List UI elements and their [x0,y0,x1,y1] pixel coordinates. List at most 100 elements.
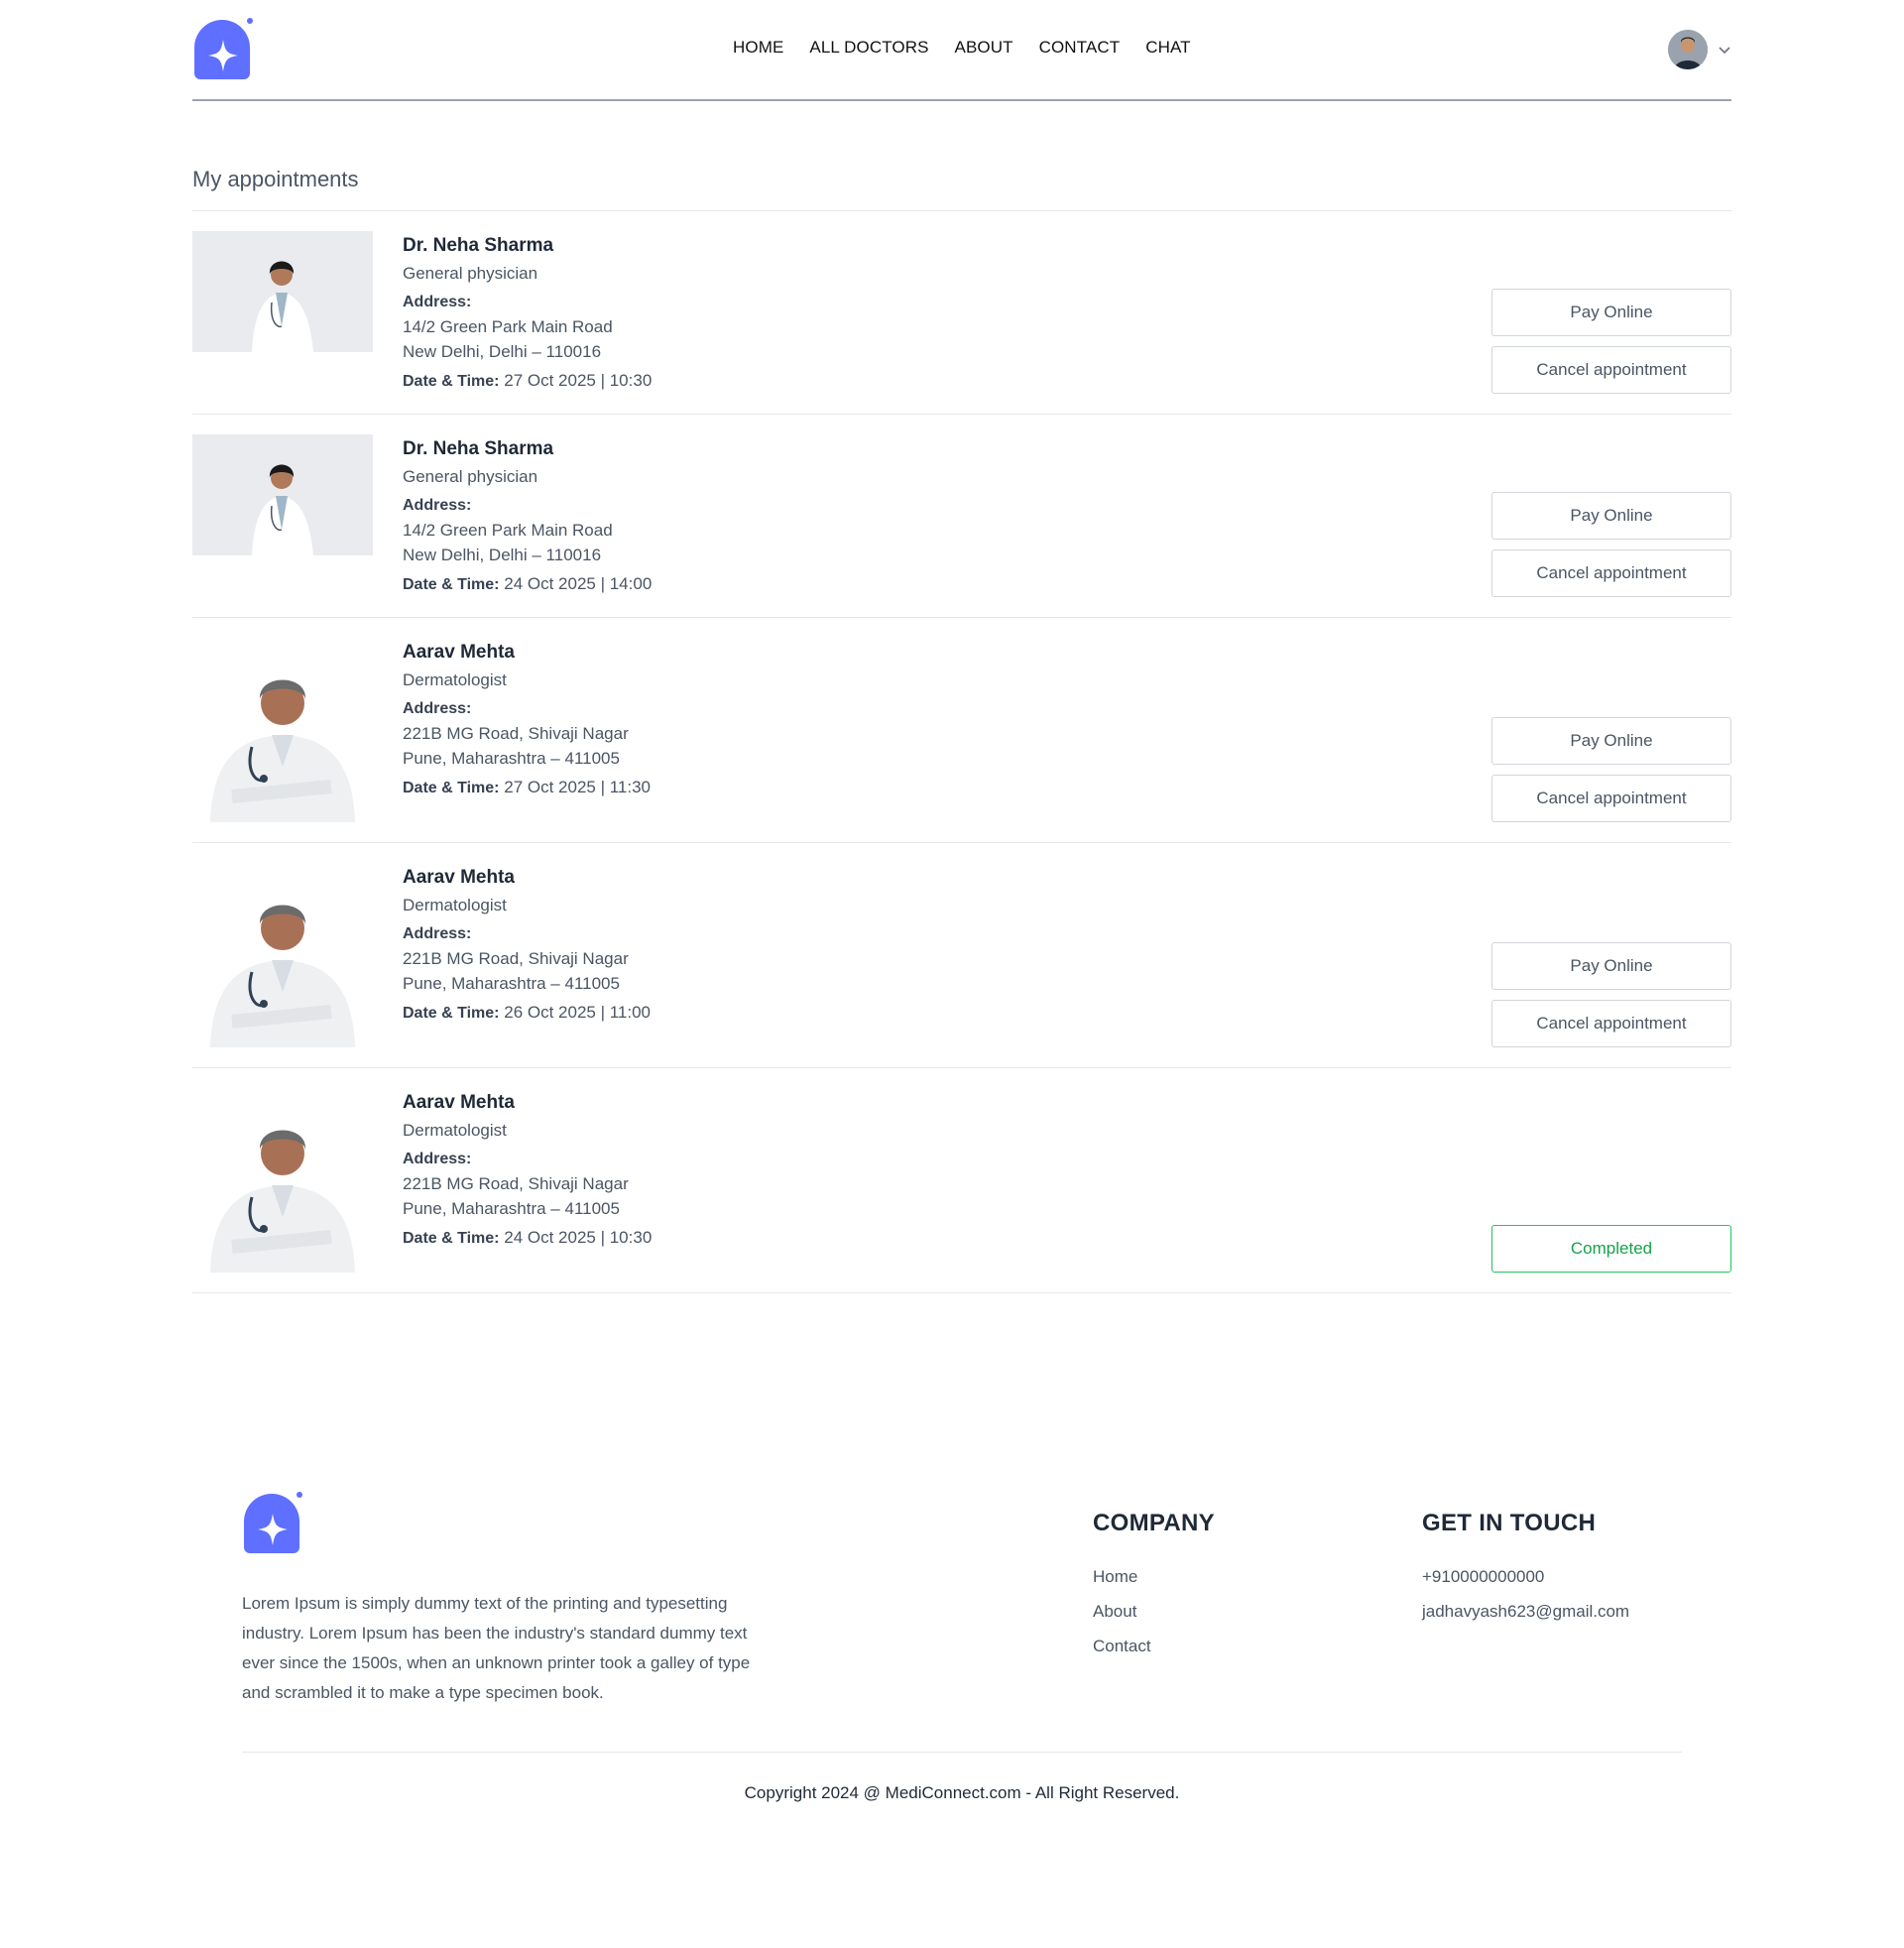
doctor-speciality: Dermatologist [403,896,507,914]
address-label: Address: [403,925,472,942]
address-label: Address: [403,497,472,514]
footer-company-column: COMPANY Home About Contact [1093,1510,1215,1663]
footer-contact-column: GET IN TOUCH +910000000000 jadhavyash623… [1422,1510,1629,1629]
cancel-appointment-button[interactable]: Cancel appointment [1491,775,1731,822]
male-doctor-image [210,679,355,822]
address-line-1: 221B MG Road, Shivaji Nagar [403,949,629,968]
doctor-speciality: Dermatologist [403,670,507,689]
site-footer: Lorem Ipsum is simply dummy text of the … [192,1492,1731,1948]
appointment-row: Dr. Neha Sharma General physician Addres… [192,415,1731,618]
appointment-actions: Pay Online Cancel appointment [1491,492,1731,597]
avatar[interactable] [1668,30,1708,69]
appointment-info: Aarav Mehta Dermatologist Address: 221B … [403,1088,652,1273]
appointment-actions: Pay Online Cancel appointment [1491,289,1731,394]
address-line-1: 14/2 Green Park Main Road [403,521,613,540]
completed-status-button[interactable]: Completed [1491,1225,1731,1273]
datetime-label: Date & Time: [403,780,500,796]
datetime-label: Date & Time: [403,1230,500,1247]
doctor-photo [192,434,373,555]
contact-email: jadhavyash623@gmail.com [1422,1602,1630,1621]
male-doctor-image [210,1130,355,1273]
contact-details: +910000000000 jadhavyash623@gmail.com [1422,1559,1629,1629]
site-header: HOME ALL DOCTORS ABOUT CONTACT CHAT [192,0,1731,101]
pay-online-button[interactable]: Pay Online [1491,942,1731,990]
address-line-2: Pune, Maharashtra – 411005 [403,974,620,993]
copyright-text: Copyright 2024 @ MediConnect.com - All R… [744,1783,1180,1802]
nav-contact[interactable]: CONTACT [1039,38,1121,58]
doctor-photo [192,1088,373,1273]
appointment-datetime: Date & Time: 24 Oct 2025 | 14:00 [403,571,652,597]
appointment-info: Aarav Mehta Dermatologist Address: 221B … [403,638,651,822]
address-line-1: 221B MG Road, Shivaji Nagar [403,1174,629,1193]
nav-home[interactable]: HOME [733,38,783,58]
address-label: Address: [403,1151,472,1167]
nav-chat[interactable]: CHAT [1145,38,1190,58]
get-in-touch-heading: GET IN TOUCH [1422,1510,1597,1536]
doctor-speciality: General physician [403,467,538,486]
doctor-name: Aarav Mehta [403,867,515,888]
pay-online-button[interactable]: Pay Online [1491,492,1731,540]
address-line-2: New Delhi, Delhi – 110016 [403,546,602,564]
appointment-info: Aarav Mehta Dermatologist Address: 221B … [403,863,651,1047]
address-label: Address: [403,700,472,717]
cancel-appointment-button[interactable]: Cancel appointment [1491,346,1731,394]
appointment-datetime: Date & Time: 27 Oct 2025 | 11:30 [403,775,651,800]
female-doctor-image [192,434,373,555]
cancel-appointment-button[interactable]: Cancel appointment [1491,549,1731,597]
appointment-info: Dr. Neha Sharma General physician Addres… [403,231,652,394]
nav-all-doctors[interactable]: ALL DOCTORS [809,38,928,58]
profile-menu[interactable] [1668,30,1731,69]
appointment-datetime: Date & Time: 26 Oct 2025 | 11:00 [403,1000,651,1026]
doctor-name: Dr. Neha Sharma [403,235,554,256]
doctor-photo [192,863,373,1047]
appointment-actions: Pay Online Cancel appointment [1491,942,1731,1047]
address-line-2: Pune, Maharashtra – 411005 [403,749,620,768]
company-heading: COMPANY [1093,1510,1215,1536]
footer-logo-icon [244,1492,302,1553]
datetime-value: 27 Oct 2025 | 11:30 [504,778,652,796]
doctor-photo [192,231,373,352]
appointment-row: Dr. Neha Sharma General physician Addres… [192,211,1731,415]
datetime-label: Date & Time: [403,576,500,593]
datetime-value: 27 Oct 2025 | 10:30 [504,371,653,390]
appointments-list: Dr. Neha Sharma General physician Addres… [192,211,1731,1293]
appointment-datetime: Date & Time: 24 Oct 2025 | 10:30 [403,1225,652,1251]
appointment-datetime: Date & Time: 27 Oct 2025 | 10:30 [403,368,652,394]
pay-online-button[interactable]: Pay Online [1491,717,1731,765]
cancel-appointment-button[interactable]: Cancel appointment [1491,1000,1731,1047]
doctor-photo [192,638,373,822]
doctor-name: Dr. Neha Sharma [403,438,554,459]
datetime-value: 24 Oct 2025 | 10:30 [504,1228,653,1247]
user-avatar-icon [1668,30,1708,69]
address-label: Address: [403,294,472,310]
address-line-2: New Delhi, Delhi – 110016 [403,342,602,361]
appointment-row: Aarav Mehta Dermatologist Address: 221B … [192,843,1731,1068]
doctor-speciality: Dermatologist [403,1121,507,1140]
page-title: My appointments [192,167,1731,211]
logo-icon[interactable] [192,18,256,81]
male-doctor-image [210,905,355,1047]
datetime-value: 24 Oct 2025 | 14:00 [504,574,653,593]
contact-phone: +910000000000 [1422,1567,1545,1586]
doctor-name: Aarav Mehta [403,642,515,663]
appointment-row: Aarav Mehta Dermatologist Address: 221B … [192,1068,1731,1293]
company-links: Home About Contact [1093,1559,1215,1663]
appointment-actions: Pay Online Cancel appointment [1491,717,1731,822]
pay-online-button[interactable]: Pay Online [1491,289,1731,336]
footer-divider [242,1752,1682,1753]
main-nav: HOME ALL DOCTORS ABOUT CONTACT CHAT [733,38,1191,58]
datetime-label: Date & Time: [403,373,500,390]
footer-link-home[interactable]: Home [1093,1559,1215,1594]
footer-description: Lorem Ipsum is simply dummy text of the … [242,1594,751,1702]
footer-link-about[interactable]: About [1093,1594,1215,1629]
doctor-speciality: General physician [403,264,538,283]
footer-link-contact[interactable]: Contact [1093,1629,1215,1663]
address-line-1: 14/2 Green Park Main Road [403,317,613,336]
nav-about[interactable]: ABOUT [955,38,1013,58]
chevron-down-icon[interactable] [1718,43,1731,57]
female-doctor-image [192,231,373,352]
address-line-1: 221B MG Road, Shivaji Nagar [403,724,629,743]
datetime-label: Date & Time: [403,1005,500,1022]
appointment-actions: Completed [1491,1225,1731,1273]
appointment-row: Aarav Mehta Dermatologist Address: 221B … [192,618,1731,843]
